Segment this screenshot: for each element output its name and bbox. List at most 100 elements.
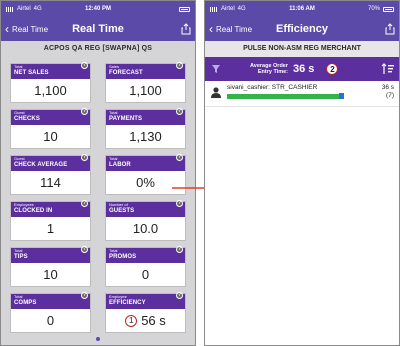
tile-header: Total LABOR <box>106 156 185 171</box>
tile-caption: Total <box>14 294 23 299</box>
employee-stats: 36 s (7) <box>382 84 394 101</box>
tile-header: Number of GUESTS <box>106 202 185 217</box>
tile-caption: Employee <box>109 294 127 299</box>
info-icon[interactable]: ? <box>81 154 88 161</box>
status-bar: Airtel 4G 12:40 PM <box>1 1 195 17</box>
tile-label: NET SALES <box>14 70 49 76</box>
status-bar: Airtel 4G 11:06 AM 70% <box>205 1 399 17</box>
info-icon[interactable]: ? <box>81 246 88 253</box>
info-icon[interactable]: ? <box>176 108 183 115</box>
metrics-grid: Total NET SALES ? 1,100 Sales FORECAST ?… <box>10 62 186 333</box>
tile-caption: Sales <box>109 64 120 69</box>
share-icon[interactable] <box>385 23 395 35</box>
info-icon[interactable]: ? <box>176 154 183 161</box>
tile-caption: Total <box>14 64 23 69</box>
tile-header: Total PROMOS <box>106 248 185 263</box>
tile-label: COMPS <box>14 300 37 306</box>
tile-label: CHECKS <box>14 116 40 122</box>
metric-tile-forecast[interactable]: Sales FORECAST ? 1,100 <box>105 62 186 103</box>
metric-tile-clocked-in[interactable]: Employees CLOCKED IN ? 1 <box>10 200 91 241</box>
sort-icon[interactable] <box>381 63 394 75</box>
tile-caption: Guest <box>14 110 25 115</box>
back-button[interactable]: ‹ Real Time <box>5 23 48 35</box>
info-icon[interactable]: ? <box>176 292 183 299</box>
info-icon[interactable]: ? <box>176 200 183 207</box>
metric-tile-net-sales[interactable]: Total NET SALES ? 1,100 <box>10 62 91 103</box>
employee-count: (7) <box>386 92 394 100</box>
share-icon[interactable] <box>181 23 191 35</box>
back-label: Real Time <box>12 24 49 34</box>
tile-value: 1,100 <box>34 83 67 98</box>
info-icon[interactable]: ? <box>81 292 88 299</box>
tile-label: GUESTS <box>109 208 135 214</box>
info-icon[interactable]: ? <box>81 108 88 115</box>
avg-order-value: 36 s <box>293 63 315 75</box>
metric-tile-promos[interactable]: Total PROMOS ? 0 <box>105 246 186 287</box>
avg-order-label: Average Order Entry Time: <box>250 63 288 76</box>
tile-caption: Total <box>109 156 118 161</box>
tile-value-wrap: 10.0 <box>106 217 185 240</box>
tile-value-wrap: 10 <box>11 125 90 148</box>
tile-value: 1,100 <box>129 83 162 98</box>
info-icon[interactable]: ? <box>176 246 183 253</box>
tile-value-wrap: 1,100 <box>106 79 185 102</box>
tile-header: Guest CHECK AVERAGE <box>11 156 90 171</box>
tile-value: 56 s <box>141 313 166 328</box>
metric-tile-guests[interactable]: Number of GUESTS ? 10.0 <box>105 200 186 241</box>
info-icon[interactable]: ? <box>81 62 88 69</box>
tile-label: TIPS <box>14 254 28 260</box>
tile-caption: Employees <box>14 202 34 207</box>
tile-label: FORECAST <box>109 70 143 76</box>
nav-bar: ‹ Real Time Real Time <box>1 17 195 41</box>
callout-badge-1: 1 <box>125 314 138 327</box>
metrics-panel: Total NET SALES ? 1,100 Sales FORECAST ?… <box>1 57 195 345</box>
metric-tile-comps[interactable]: Total COMPS ? 0 <box>10 292 91 333</box>
tile-label: CLOCKED IN <box>14 208 53 214</box>
employee-row[interactable]: sivani_cashier: STR_CASHIER 36 s (7) <box>205 81 399 107</box>
tile-value-wrap: 1,130 <box>106 125 185 148</box>
store-name: ACPOS QA REG [SWAPNA] QS <box>1 41 195 57</box>
tile-header: Total PAYMENTS <box>106 110 185 125</box>
battery-icon <box>179 6 190 12</box>
chevron-left-icon: ‹ <box>5 22 9 36</box>
status-time: 11:06 AM <box>289 6 315 12</box>
tile-caption: Number of <box>109 202 128 207</box>
tile-header: Total COMPS <box>11 294 90 309</box>
tile-caption: Total <box>109 248 118 253</box>
employee-time: 36 s <box>381 84 394 91</box>
chevron-left-icon: ‹ <box>209 22 213 36</box>
metric-tile-check-average[interactable]: Guest CHECK AVERAGE ? 114 <box>10 154 91 195</box>
tile-value: 1 <box>46 221 55 236</box>
metric-tile-efficiency[interactable]: Employee EFFICIENCY ? 1 56 s <box>105 292 186 333</box>
metric-tile-payments[interactable]: Total PAYMENTS ? 1,130 <box>105 108 186 149</box>
tile-value-wrap: 10 <box>11 263 90 286</box>
tile-caption: Total <box>14 248 23 253</box>
tile-value: 10 <box>43 267 58 282</box>
merchant-name: PULSE NON-ASM REG MERCHANT <box>205 41 399 57</box>
bar-end-marker <box>339 93 344 99</box>
back-button[interactable]: ‹ Real Time <box>209 23 252 35</box>
battery-icon <box>383 6 394 12</box>
metric-tile-tips[interactable]: Total TIPS ? 10 <box>10 246 91 287</box>
tile-header: Total NET SALES <box>11 64 90 79</box>
back-label: Real Time <box>216 24 253 34</box>
tile-header: Sales FORECAST <box>106 64 185 79</box>
tile-value: 114 <box>40 175 61 190</box>
tile-label: LABOR <box>109 162 131 168</box>
tile-value: 0% <box>136 175 155 190</box>
metric-tile-checks[interactable]: Guest CHECKS ? 10 <box>10 108 91 149</box>
info-icon[interactable]: ? <box>81 200 88 207</box>
info-icon[interactable]: ? <box>176 62 183 69</box>
avg-label-line2: Entry Time: <box>257 69 289 75</box>
employee-list: sivani_cashier: STR_CASHIER 36 s (7) <box>205 81 399 107</box>
tile-header: Employees CLOCKED IN <box>11 202 90 217</box>
page-indicator <box>96 337 100 341</box>
tile-value-wrap: 0 <box>106 263 185 286</box>
tile-header: Employee EFFICIENCY <box>106 294 185 309</box>
right-phone-screen: Airtel 4G 11:06 AM 70% ‹ Real Time Effic… <box>204 0 400 346</box>
filter-icon[interactable] <box>210 64 222 74</box>
employee-body: sivani_cashier: STR_CASHIER <box>227 84 382 99</box>
tile-caption: Guest <box>14 156 25 161</box>
employee-name: sivani_cashier: STR_CASHIER <box>227 84 318 91</box>
tile-label: EFFICIENCY <box>109 300 146 306</box>
